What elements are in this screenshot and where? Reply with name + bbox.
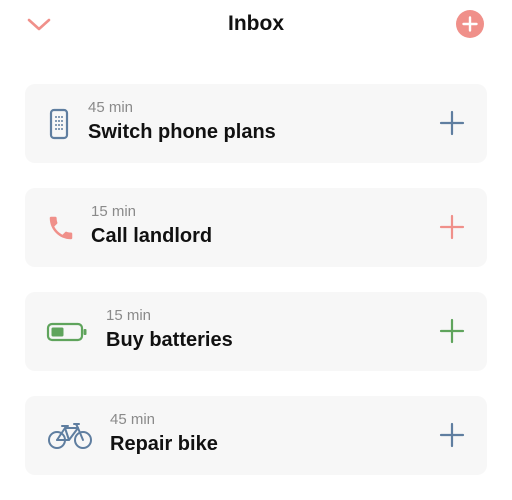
header-bar: Inbox <box>0 0 512 50</box>
task-title: Switch phone plans <box>88 121 276 143</box>
task-title: Repair bike <box>110 433 218 455</box>
battery-icon <box>45 292 89 371</box>
add-to-day-button[interactable] <box>438 109 466 137</box>
add-to-day-button[interactable] <box>438 317 466 345</box>
add-to-day-button[interactable] <box>438 213 466 241</box>
task-card-call-landlord[interactable]: 15 min Call landlord <box>25 188 487 267</box>
task-duration: 45 min <box>88 99 134 116</box>
task-card-repair-bike[interactable]: 45 min Repair bike <box>25 396 487 475</box>
task-title: Buy batteries <box>106 329 233 351</box>
task-duration: 15 min <box>106 307 152 324</box>
plus-icon <box>439 422 465 448</box>
task-duration: 15 min <box>91 203 137 220</box>
phone-call-icon <box>45 188 77 267</box>
task-duration: 45 min <box>110 411 156 428</box>
task-title: Call landlord <box>91 225 213 247</box>
bicycle-icon <box>46 396 94 475</box>
plus-icon <box>439 318 465 344</box>
page-title: Inbox <box>228 12 284 35</box>
plus-circle-icon <box>456 10 484 38</box>
plus-icon <box>439 110 465 136</box>
phone-device-icon <box>47 84 71 163</box>
plus-icon <box>439 214 465 240</box>
task-card-buy-batteries[interactable]: 15 min Buy batteries <box>25 292 487 371</box>
task-card-switch-phone-plans[interactable]: 45 min Switch phone plans <box>25 84 487 163</box>
task-list: 45 min Switch phone plans 15 min Call la… <box>25 84 487 500</box>
add-to-day-button[interactable] <box>438 421 466 449</box>
add-task-button[interactable] <box>456 10 484 38</box>
